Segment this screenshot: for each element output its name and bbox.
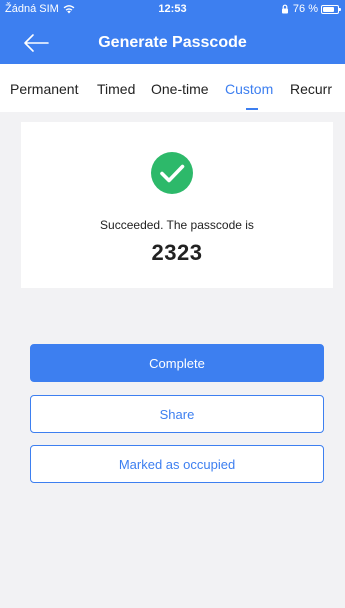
share-button[interactable]: Share	[30, 395, 324, 433]
generate-passcode-screen: Žádná SIM 12:53 76 % Generate Passcode P…	[0, 0, 345, 608]
tab-one-time[interactable]: One-time	[151, 81, 209, 97]
check-circle-icon	[151, 152, 193, 194]
tab-recurring[interactable]: Recurr	[290, 81, 332, 97]
tab-permanent[interactable]: Permanent	[10, 81, 78, 97]
nav-bar: Generate Passcode	[0, 22, 345, 64]
page-title: Generate Passcode	[98, 34, 247, 51]
success-message: Succeeded. The passcode is	[100, 218, 254, 232]
passcode-type-tabs: Permanent Timed One-time Custom Recurr	[0, 64, 345, 112]
tab-custom[interactable]: Custom	[225, 81, 273, 97]
header: Žádná SIM 12:53 76 % Generate Passcode	[0, 0, 345, 64]
tab-timed[interactable]: Timed	[97, 81, 135, 97]
status-bar: Žádná SIM 12:53 76 %	[0, 0, 345, 20]
result-card: Succeeded. The passcode is 2323	[21, 122, 333, 288]
complete-button[interactable]: Complete	[30, 344, 324, 382]
battery-percent: 76 %	[292, 3, 318, 15]
marked-as-occupied-button[interactable]: Marked as occupied	[30, 445, 324, 483]
orientation-lock-icon	[281, 4, 288, 14]
status-right: 76 %	[280, 3, 341, 15]
battery-icon	[321, 4, 341, 14]
passcode-value: 2323	[151, 240, 203, 265]
active-tab-indicator	[246, 108, 258, 110]
